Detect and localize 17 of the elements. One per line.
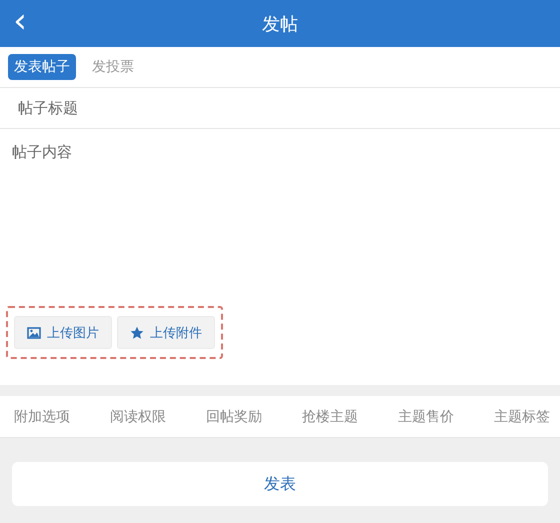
star-icon: [130, 326, 144, 340]
image-icon: [27, 326, 41, 340]
content-field[interactable]: 帖子内容: [0, 129, 560, 299]
page-title: 发帖: [261, 12, 299, 36]
back-button[interactable]: ‹: [0, 4, 40, 44]
option-tab[interactable]: 主题售价: [386, 408, 466, 426]
option-tab[interactable]: 主题标签: [482, 408, 560, 426]
option-tab[interactable]: 阅读权限: [98, 408, 178, 426]
option-tab[interactable]: 回帖奖励: [194, 408, 274, 426]
submit-button[interactable]: 发表: [12, 462, 548, 506]
upload-button[interactable]: 上传附件: [117, 316, 215, 349]
tab[interactable]: 发表帖子: [8, 54, 76, 80]
option-tab[interactable]: 抢楼主题: [290, 408, 370, 426]
title-field[interactable]: 帖子标题: [0, 88, 560, 129]
tab[interactable]: 发投票: [86, 54, 140, 80]
upload-button[interactable]: 上传图片: [14, 316, 112, 349]
option-tab[interactable]: 附加选项: [2, 408, 82, 426]
